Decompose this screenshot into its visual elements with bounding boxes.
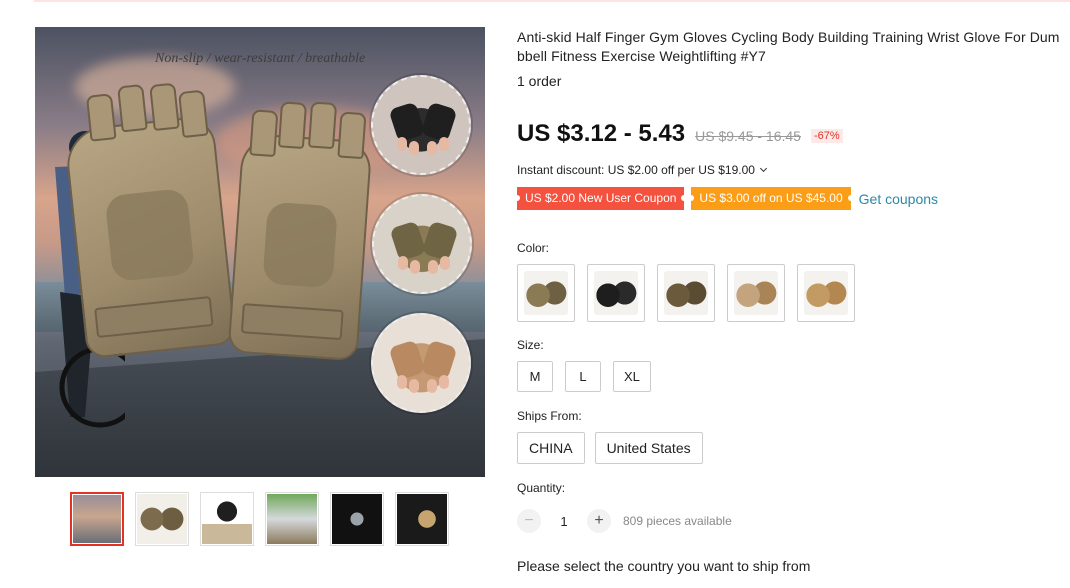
ship-country-note: Please select the country you want to sh… [517,558,811,574]
glove-hand [420,339,458,381]
thumbnail-image [332,494,382,544]
thumbnail-strip [70,492,449,546]
discount-badge: -67% [810,129,843,143]
instant-discount[interactable]: Instant discount: US $2.00 off per US $1… [517,163,767,177]
color-label: Color: [517,241,550,255]
glove-finger [307,101,338,150]
quantity-stepper: − 1 + 809 pieces available [517,509,732,533]
swatch-image [804,271,848,315]
color-options [517,264,855,322]
order-count: 1 order [517,73,562,89]
quantity-label: Quantity: [517,481,566,495]
size-m-button[interactable]: M [517,361,553,392]
glove-finger [149,82,180,132]
color-swatch-4[interactable] [727,264,785,322]
instant-discount-text: Instant discount: US $2.00 off per US $1… [517,163,755,177]
thumbnail-image [202,494,252,544]
glove-hand [388,339,426,381]
thumbnail-image [137,494,187,544]
original-price: US $9.45 - 16.45 [695,128,801,144]
thumbnail-image [397,494,447,544]
finger-tip [427,141,437,155]
chevron-down-icon [759,164,767,172]
glove-right [227,101,373,362]
finger-tip [397,137,407,151]
glove-strap [240,303,344,341]
thumbnail-6[interactable] [395,492,449,546]
swatch-image [524,271,568,315]
store-coupon[interactable]: US $3.00 off on US $45.00 [688,187,854,210]
glove-hand [389,220,427,262]
finger-tip [439,375,449,389]
product-title: Anti-skid Half Finger Gym Gloves Cycling… [517,29,1060,64]
main-product-image[interactable]: Non-slip / wear-resistant / breathable [35,27,485,477]
detail-circle-desert [371,313,471,413]
size-options: M L XL [517,361,651,392]
glove-finger [337,111,367,160]
finger-tip [427,379,437,393]
glove-finger [277,101,308,150]
thumbnail-4[interactable] [265,492,319,546]
current-price: US $3.12 - 5.43 [517,120,686,147]
new-user-coupon[interactable]: US $2.00 New User Coupon [513,187,688,210]
glove-hand [421,220,459,262]
stock-available: 809 pieces available [623,514,732,528]
thumbnail-image [267,494,317,544]
color-swatch-2[interactable] [587,264,645,322]
ships-from-options: CHINA United States [517,432,703,464]
detail-circle-camo [372,194,472,294]
quantity-value[interactable]: 1 [549,514,579,529]
finger-tip [409,379,419,393]
size-xl-button[interactable]: XL [613,361,651,392]
glove-pad [104,187,195,282]
decrease-quantity-button[interactable]: − [517,509,541,533]
glove-finger [249,109,279,158]
ships-from-label: Ships From: [517,409,582,423]
increase-quantity-button[interactable]: + [587,509,611,533]
glove-finger [117,83,148,133]
glove-hand [420,101,458,143]
color-swatch-3[interactable] [657,264,715,322]
finger-tip [398,256,408,270]
image-caption: Non-slip / wear-resistant / breathable [155,51,366,66]
swatch-image [664,271,708,315]
glove-strap [94,296,214,339]
glove-left [63,82,237,360]
finger-tip [439,137,449,151]
glove-hand [388,101,426,143]
glove-finger [85,93,117,142]
get-coupons-link[interactable]: Get coupons [859,191,938,207]
color-swatch-1[interactable] [517,264,575,322]
thumbnail-3[interactable] [200,492,254,546]
swatch-image [734,271,778,315]
finger-tip [440,256,450,270]
finger-tip [410,260,420,274]
detail-circle-black [371,75,471,175]
color-swatch-5[interactable] [797,264,855,322]
top-divider [34,0,1070,2]
thumbnail-5[interactable] [330,492,384,546]
finger-tip [397,375,407,389]
thumbnail-1[interactable] [70,492,124,546]
coupon-row: US $2.00 New User Coupon US $3.00 off on… [513,187,938,210]
price-row: US $3.12 - 5.43 US $9.45 - 16.45 -67% [517,120,843,148]
size-l-button[interactable]: L [565,361,601,392]
thumbnail-image [73,495,121,543]
ship-us-button[interactable]: United States [594,432,703,464]
glove-finger [178,89,209,139]
thumbnail-2[interactable] [135,492,189,546]
ship-china-button[interactable]: CHINA [517,432,585,464]
glove-pad [262,201,339,289]
size-label: Size: [517,338,544,352]
swatch-image [594,271,638,315]
finger-tip [428,260,438,274]
finger-tip [409,141,419,155]
